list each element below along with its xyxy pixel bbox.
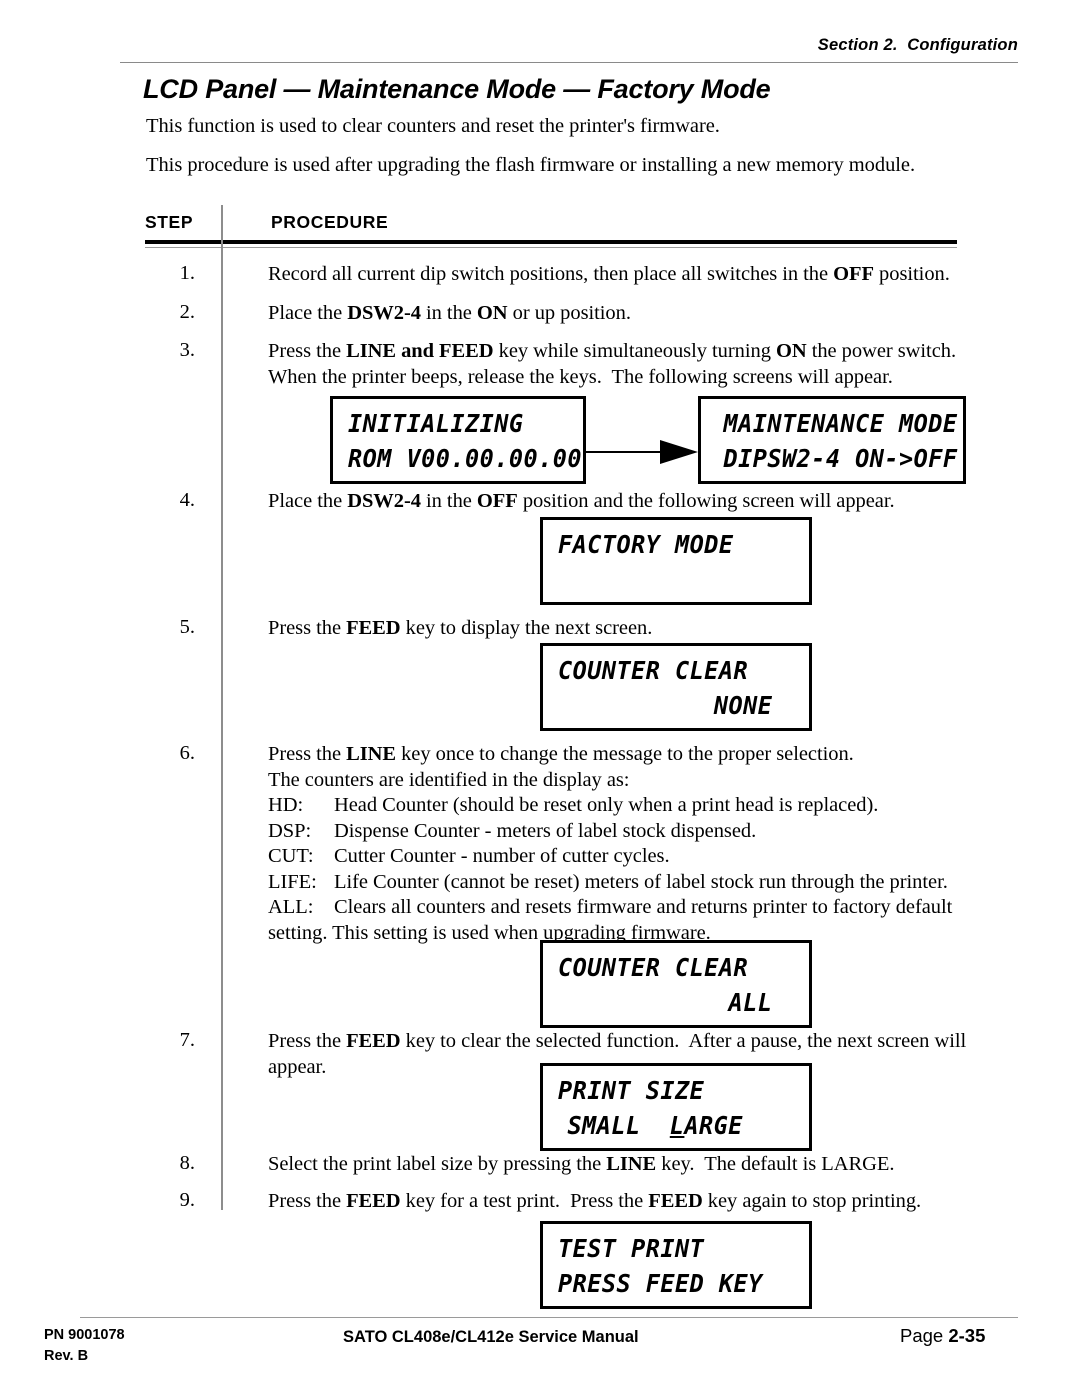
counter-key: ALL:: [268, 896, 314, 918]
intro-paragraph-1: This function is used to clear counters …: [146, 115, 720, 137]
procedure-table-header: STEP PROCEDURE: [145, 212, 957, 242]
counter-description: Dispense Counter - meters of label stock…: [334, 819, 757, 842]
step-number-8: 8.: [179, 1152, 195, 1174]
lcd-screen-maintenance-mode: MAINTENANCE MODE DIPSW2-4 ON->OFF: [698, 396, 966, 484]
lcd-screen-factory-mode: FACTORY MODE: [540, 517, 812, 605]
step-number-2: 2.: [179, 301, 195, 323]
footer-manual-title: SATO CL408e/CL412e Service Manual: [343, 1328, 639, 1346]
lcd-line-2: PRESS FEED KEY: [558, 1269, 763, 1298]
counter-row: DSP: Dispense Counter - meters of label …: [268, 819, 1008, 845]
step-6-line-2: The counters are identified in the displ…: [268, 768, 630, 791]
step-text-9: Press the FEED key for a test print. Pre…: [268, 1190, 922, 1212]
column-header-procedure: PROCEDURE: [271, 212, 389, 232]
step-6-line-1: Press the LINE key once to change the me…: [268, 743, 854, 765]
table-header-rule-thin: [145, 247, 957, 248]
lcd-line-2: ALL: [728, 988, 773, 1017]
lcd-spacer: [641, 1111, 670, 1140]
counter-row: CUT: Cutter Counter - number of cutter c…: [268, 844, 1008, 870]
lcd-option-large-rest: ARGE: [684, 1111, 743, 1140]
counter-description: Life Counter (cannot be reset) meters of…: [334, 870, 948, 893]
step-number-4: 4.: [179, 489, 195, 511]
footer-divider: [80, 1317, 1018, 1318]
step-number-3: 3.: [179, 339, 195, 361]
lcd-option-small: SMALL: [567, 1111, 641, 1140]
counter-key: DSP:: [268, 819, 312, 842]
lcd-line-1: MAINTENANCE MODE: [723, 409, 958, 438]
step-number-5: 5.: [179, 616, 195, 638]
table-header-rule-thick: [145, 240, 957, 244]
footer-page-value: 2-35: [948, 1325, 986, 1346]
step-number-7: 7.: [179, 1029, 195, 1051]
lcd-line-2: ROM V00.00.00.00: [348, 444, 582, 473]
footer-revision: Rev. B: [44, 1348, 89, 1364]
lcd-screen-initializing: INITIALIZING ROM V00.00.00.00: [330, 396, 586, 484]
header-divider: [120, 62, 1018, 63]
lcd-screen-print-size: PRINT SIZE SMALL LARGE: [540, 1063, 812, 1151]
step-text-2: Place the DSW2-4 in the ON or up positio…: [268, 302, 631, 324]
step-text-4: Place the DSW2-4 in the OFF position and…: [268, 490, 895, 512]
counter-legend: HD: Head Counter (should be reset only w…: [268, 793, 1008, 921]
lcd-cursor-char: L: [669, 1111, 685, 1140]
lcd-screen-counter-clear-none: COUNTER CLEAR NONE: [540, 643, 812, 731]
lcd-line-1: COUNTER CLEAR: [558, 656, 749, 685]
counter-key: CUT:: [268, 845, 314, 867]
lcd-line-2: DIPSW2-4 ON->OFF: [723, 444, 958, 473]
intro-paragraph-2: This procedure is used after upgrading t…: [146, 154, 916, 176]
step-text-6: Press the LINE key once to change the me…: [268, 742, 1008, 946]
counter-row: ALL: Clears all counters and resets firm…: [268, 895, 1008, 921]
counter-description: Head Counter (should be reset only when …: [334, 794, 879, 816]
step-text-5: Press the FEED key to display the next s…: [268, 617, 653, 639]
lcd-line-1: COUNTER CLEAR: [558, 953, 749, 982]
lcd-line-2: SMALL LARGE: [543, 1111, 793, 1140]
step-text-1: Record all current dip switch positions,…: [268, 263, 950, 285]
lcd-line-1: TEST PRINT: [558, 1234, 705, 1263]
step-number-6: 6.: [179, 742, 195, 764]
step-7-line-1: Press the FEED key to clear the selected…: [268, 1030, 967, 1052]
counter-row: LIFE: Life Counter (cannot be reset) met…: [268, 870, 1008, 896]
step-text-8: Select the print label size by pressing …: [268, 1153, 895, 1175]
lcd-line-1: INITIALIZING: [348, 409, 524, 438]
section-label: Section 2. Configuration: [817, 36, 1018, 54]
step-number-9: 9.: [179, 1189, 195, 1211]
flow-arrow-icon: [586, 440, 698, 464]
table-column-divider: [221, 205, 223, 1210]
counter-row: HD: Head Counter (should be reset only w…: [268, 793, 1008, 819]
lcd-screen-test-print: TEST PRINT PRESS FEED KEY: [540, 1221, 812, 1309]
lcd-line-2: NONE: [713, 691, 773, 720]
footer-part-number: PN 9001078: [44, 1327, 125, 1343]
footer-page-number: Page 2-35: [900, 1325, 985, 1347]
step-number-1: 1.: [179, 262, 195, 284]
counter-key: LIFE:: [268, 870, 317, 893]
counter-key: HD:: [268, 794, 304, 816]
column-header-step: STEP: [145, 212, 194, 232]
lcd-screen-counter-clear-all: COUNTER CLEAR ALL: [540, 940, 812, 1028]
page-title: LCD Panel — Maintenance Mode — Factory M…: [143, 74, 771, 104]
counter-description: Clears all counters and resets firmware …: [334, 896, 953, 918]
footer-page-label: Page: [900, 1325, 944, 1346]
lcd-line-1: FACTORY MODE: [558, 530, 734, 559]
counter-description: Cutter Counter - number of cutter cycles…: [334, 845, 670, 867]
step-text-3: Press the LINE and FEED key while simult…: [268, 340, 957, 388]
lcd-line-1: PRINT SIZE: [558, 1076, 705, 1105]
